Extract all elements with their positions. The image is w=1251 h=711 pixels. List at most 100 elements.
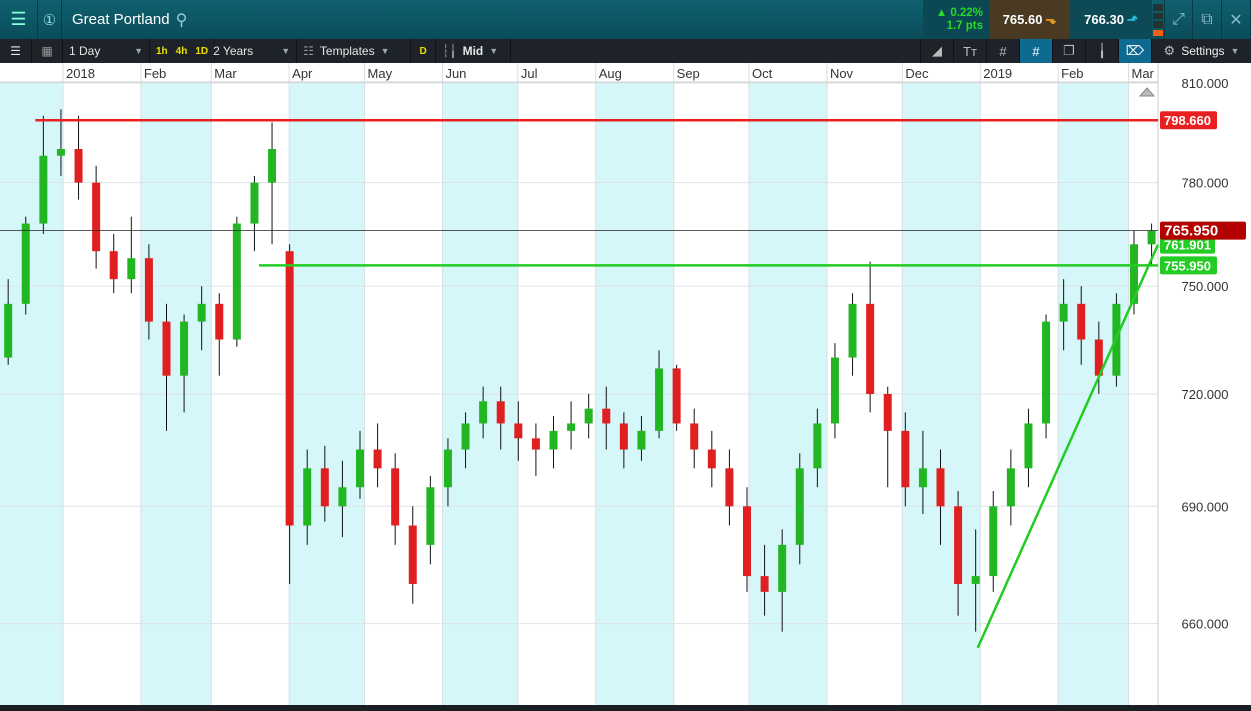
draw-mode-button[interactable]: D bbox=[411, 39, 437, 63]
y-tick-label: 750.000 bbox=[1182, 279, 1229, 294]
templates-button[interactable]: ☷ Templates ▼ bbox=[297, 39, 412, 63]
candle-body bbox=[813, 423, 822, 469]
candle bbox=[21, 216, 30, 315]
candle-body bbox=[707, 449, 716, 469]
price-chart[interactable]: 810.000 780.000 750.000 720.000 690.000 660.0… bbox=[0, 63, 1251, 705]
candle-body bbox=[1077, 303, 1086, 340]
candle bbox=[1006, 449, 1015, 526]
instrument-title: Great Portland bbox=[72, 11, 170, 28]
candle bbox=[883, 386, 892, 488]
candle-icon: ╽ bbox=[1098, 43, 1106, 58]
chart-canvas[interactable]: 810.000 780.000 750.000 720.000 690.000 660.0… bbox=[0, 63, 1251, 705]
chart-toolbar: ☰ ▦ 1 Day ▼ 1h 4h 1D 2 Years ▼ ☷ Templates ▼… bbox=[0, 39, 1251, 63]
candle bbox=[109, 233, 118, 294]
candle-body bbox=[778, 544, 787, 592]
candle-body bbox=[954, 506, 963, 584]
hash-grid-icon: # bbox=[999, 43, 1007, 59]
candle-body bbox=[162, 321, 171, 376]
link-group-button[interactable]: ① bbox=[38, 0, 62, 39]
popout-button[interactable]: ⧉ bbox=[1193, 0, 1222, 39]
grid-button[interactable]: # bbox=[986, 39, 1019, 63]
range-value: 2 Years bbox=[213, 44, 254, 58]
candle bbox=[74, 115, 83, 200]
expand-icon: ⤢ bbox=[1172, 10, 1185, 28]
candle-body bbox=[918, 468, 927, 488]
hamburger-icon: ☰ bbox=[10, 9, 27, 29]
candle-body bbox=[39, 155, 48, 224]
candle-body bbox=[602, 408, 611, 424]
candle-body bbox=[268, 149, 277, 183]
candle-body bbox=[4, 303, 13, 358]
candle-body bbox=[408, 525, 417, 584]
candle-body bbox=[144, 258, 153, 322]
sliders-icon: ☷ bbox=[303, 44, 314, 58]
sell-button[interactable]: 765.60 ⬎ bbox=[989, 0, 1070, 39]
candle bbox=[426, 475, 435, 565]
drawing-tool-button[interactable]: ◢ bbox=[920, 39, 953, 63]
candle-body bbox=[725, 468, 734, 507]
overlay-button[interactable]: ❐ bbox=[1052, 39, 1085, 63]
external-link-icon: ⧉ bbox=[1201, 10, 1213, 28]
text-icon: Tт bbox=[963, 43, 977, 59]
candle bbox=[408, 506, 417, 604]
stack-icon: ❐ bbox=[1063, 43, 1075, 58]
support-label: 755.950 bbox=[1160, 256, 1217, 275]
candle-body bbox=[285, 251, 294, 526]
arrow-down-icon: ⬎ bbox=[1045, 11, 1057, 27]
candle-body bbox=[250, 182, 259, 224]
signal-bars bbox=[1153, 4, 1163, 36]
buy-button[interactable]: 766.30 ⬏ bbox=[1070, 0, 1152, 39]
candle-body bbox=[74, 149, 83, 183]
chevron-down-icon: ▼ bbox=[281, 46, 291, 56]
y-tick-label: 720.000 bbox=[1182, 387, 1229, 402]
candle-body bbox=[1024, 423, 1033, 469]
candle-body bbox=[549, 430, 558, 450]
close-button[interactable]: ✕ bbox=[1222, 0, 1251, 39]
indicator-button[interactable]: ╽ bbox=[1085, 39, 1118, 63]
candle-body bbox=[637, 430, 646, 450]
candle-body bbox=[531, 438, 540, 450]
price-type-value: Mid bbox=[462, 44, 484, 58]
x-tick-label: Mar bbox=[214, 66, 237, 81]
candle-body bbox=[760, 576, 769, 592]
candle bbox=[373, 423, 382, 488]
y-tick-label: 690.000 bbox=[1182, 499, 1229, 514]
sell-price: 765.60 bbox=[1002, 12, 1043, 27]
crosshair-button[interactable]: # bbox=[1019, 39, 1052, 63]
y-tick-label: 780.000 bbox=[1182, 176, 1229, 191]
candle bbox=[250, 175, 259, 252]
candle-body bbox=[567, 423, 576, 431]
candle-body bbox=[232, 223, 241, 340]
resistance-label-text: 798.660 bbox=[1164, 113, 1211, 128]
candle-body bbox=[92, 182, 101, 252]
settings-label: Settings bbox=[1181, 44, 1225, 58]
range-select[interactable]: 2 Years ▼ bbox=[207, 39, 298, 63]
settings-button[interactable]: ⚙ Settings ▼ bbox=[1151, 39, 1251, 63]
search-icon[interactable]: ⚲ bbox=[176, 10, 188, 30]
candle-body bbox=[303, 468, 312, 526]
change-display: ▲ 0.22% 1.7 pts bbox=[923, 0, 989, 39]
text-tool-button[interactable]: Tт bbox=[953, 39, 986, 63]
candle-body bbox=[936, 468, 945, 507]
x-tick-label: Jun bbox=[445, 66, 466, 81]
candle-body bbox=[197, 303, 206, 322]
candle-body bbox=[109, 251, 118, 280]
quick-1h[interactable]: 1h bbox=[156, 46, 168, 57]
candle bbox=[866, 261, 875, 413]
candle-body bbox=[584, 408, 593, 424]
list-button[interactable]: ☰ bbox=[0, 39, 32, 63]
layout-button[interactable]: ▦ bbox=[32, 39, 63, 63]
x-tick-label: Jul bbox=[521, 66, 538, 81]
menu-button[interactable]: ☰ bbox=[0, 0, 38, 39]
templates-label: Templates bbox=[319, 44, 375, 58]
candle-body bbox=[742, 506, 751, 577]
candle-body bbox=[672, 368, 681, 424]
candle-body bbox=[655, 368, 664, 431]
price-type-select[interactable]: ┆╽ Mid ▼ bbox=[436, 39, 512, 63]
interval-select[interactable]: 1 Day ▼ bbox=[63, 39, 150, 63]
price-label-button[interactable]: ⌦ bbox=[1118, 39, 1151, 63]
candle-body bbox=[56, 149, 65, 156]
quick-4h[interactable]: 4h bbox=[176, 46, 188, 57]
candle-body bbox=[338, 487, 347, 507]
maximize-button[interactable]: ⤢ bbox=[1164, 0, 1193, 39]
